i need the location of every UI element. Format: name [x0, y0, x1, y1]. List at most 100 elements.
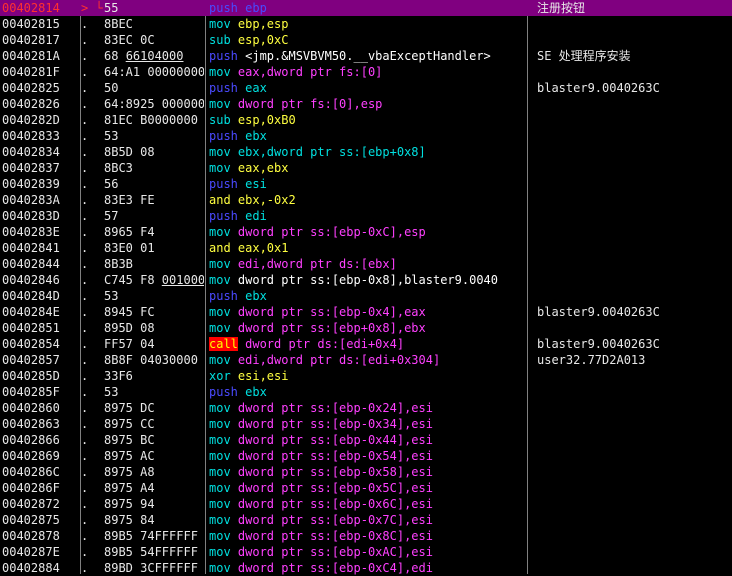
- hex-bytes-cell: 53: [104, 288, 204, 304]
- disasm-row[interactable]: 00402814 > └ 55 push ebp 注册按钮: [0, 0, 732, 16]
- disasm-row[interactable]: 0040281F. 64:A1 00000000 mov eax,dword ptr…: [0, 64, 732, 80]
- disasm-row[interactable]: 00402826. 64:8925 00000000 mov dword ptr f…: [0, 96, 732, 112]
- hex-bytes-underlined: 00100000: [161, 273, 204, 287]
- disasm-row[interactable]: 00402825. 50 push eax blaster9.0040263C: [0, 80, 732, 96]
- disasm-row[interactable]: 0040285F. 53 push ebx: [0, 384, 732, 400]
- disasm-row[interactable]: 0040286C. 8975 A8 mov dword ptr ss:[ebp-0x…: [0, 464, 732, 480]
- disasm-row[interactable]: 0040286F. 8975 A4 mov dword ptr ss:[ebp-0x…: [0, 480, 732, 496]
- jump-marker: .: [81, 465, 89, 479]
- address-cell: 00402854: [2, 337, 60, 351]
- hex-bytes-underlined: 66104000: [125, 49, 184, 63]
- hex-bytes-cell: 55: [104, 0, 204, 16]
- disasm-row[interactable]: 0040287E. 89B5 54FFFFFF mov dword ptr ss:[…: [0, 544, 732, 560]
- hex-bytes-cell: 64:A1 00000000: [104, 64, 204, 80]
- operands: ebx: [237, 385, 267, 399]
- address-cell: 00402815: [2, 17, 60, 31]
- instruction-cell: push ebx: [209, 288, 525, 304]
- hex-bytes: 8975 A4: [104, 481, 155, 495]
- hex-bytes-cell: 8965 F4: [104, 224, 204, 240]
- disasm-row[interactable]: 00402872. 8975 94 mov dword ptr ss:[ebp-0x…: [0, 496, 732, 512]
- operands: dword ptr ss:[ebp-0x34],esi: [230, 417, 433, 431]
- instruction-cell: push ebp: [209, 0, 525, 16]
- comment-cell: blaster9.0040263C: [537, 305, 660, 319]
- jump-marker: > └: [81, 1, 103, 15]
- address-cell: 00402844: [2, 257, 60, 271]
- hex-bytes: FF57 04: [104, 337, 155, 351]
- operands: edi,dword ptr ds:[ebx]: [230, 257, 397, 271]
- hex-bytes: 8B5D 08: [104, 145, 155, 159]
- instruction-cell: mov dword ptr ss:[ebp-0xC],esp: [209, 224, 525, 240]
- disasm-row[interactable]: 00402815. 8BEC mov ebp,esp: [0, 16, 732, 32]
- disassembly-view[interactable]: 00402814 > └ 55 push ebp 注册按钮 00402815. 8BEC mo…: [0, 0, 732, 575]
- hex-bytes: 89BD 3CFFFFFF: [104, 561, 198, 575]
- disasm-row[interactable]: 00402863. 8975 CC mov dword ptr ss:[ebp-0x…: [0, 416, 732, 432]
- disasm-row[interactable]: 00402875. 8975 84 mov dword ptr ss:[ebp-0x…: [0, 512, 732, 528]
- address-cell: 00402860: [2, 401, 60, 415]
- disasm-row[interactable]: 0040281A. 68 66104000 push <jmp.&MSVBVM50.…: [0, 48, 732, 64]
- disasm-row[interactable]: 00402837. 8BC3 mov eax,ebx: [0, 160, 732, 176]
- mnemonic: and: [209, 193, 231, 207]
- hex-bytes: 8975 BC: [104, 433, 155, 447]
- disasm-row[interactable]: 0040285D. 33F6 xor esi,esi: [0, 368, 732, 384]
- disasm-row[interactable]: 00402860. 8975 DC mov dword ptr ss:[ebp-0x…: [0, 400, 732, 416]
- hex-bytes-cell: 53: [104, 384, 204, 400]
- disasm-row[interactable]: 00402844. 8B3B mov edi,dword ptr ds:[ebx]: [0, 256, 732, 272]
- address-cell: 00402839: [2, 177, 60, 191]
- hex-bytes: 33F6: [104, 369, 133, 383]
- disasm-row[interactable]: 0040283E. 8965 F4 mov dword ptr ss:[ebp-0x…: [0, 224, 732, 240]
- hex-bytes: 53: [104, 129, 119, 143]
- disasm-row[interactable]: 00402846. C745 F8 00100000 mov dword ptr s…: [0, 272, 732, 288]
- disasm-row[interactable]: 0040283D. 57 push edi: [0, 208, 732, 224]
- address-cell: 00402875: [2, 513, 60, 527]
- disasm-row[interactable]: 00402854. FF57 04 call dword ptr ds:[edi+0…: [0, 336, 732, 352]
- hex-bytes-cell: 8BC3: [104, 160, 204, 176]
- address-cell: 00402866: [2, 433, 60, 447]
- mnemonic: mov: [209, 449, 231, 463]
- disasm-row[interactable]: 0040284D. 53 push ebx: [0, 288, 732, 304]
- disasm-row[interactable]: 00402851. 895D 08 mov dword ptr ss:[ebp+0x…: [0, 320, 732, 336]
- jump-marker: .: [81, 289, 89, 303]
- address-cell: 00402817: [2, 33, 60, 47]
- disasm-row[interactable]: 00402817. 83EC 0C sub esp,0xC: [0, 32, 732, 48]
- hex-bytes: 83EC 0C: [104, 33, 155, 47]
- mnemonic: sub: [209, 33, 231, 47]
- disasm-row[interactable]: 00402834. 8B5D 08 mov ebx,dword ptr ss:[eb…: [0, 144, 732, 160]
- mnemonic: mov: [209, 401, 231, 415]
- address-cell: 00402837: [2, 161, 60, 175]
- address-cell: 00402857: [2, 353, 60, 367]
- hex-bytes-cell: 8B3B: [104, 256, 204, 272]
- disasm-row[interactable]: 0040284E. 8945 FC mov dword ptr ss:[ebp-0x…: [0, 304, 732, 320]
- mnemonic: mov: [209, 353, 231, 367]
- disasm-row[interactable]: 00402833. 53 push ebx: [0, 128, 732, 144]
- mnemonic: push: [209, 289, 238, 303]
- comment-cell: blaster9.0040263C: [537, 81, 660, 95]
- hex-bytes-cell: 8BEC: [104, 16, 204, 32]
- jump-marker: .: [81, 65, 89, 79]
- disasm-row[interactable]: 0040282D. 81EC B0000000 sub esp,0xB0: [0, 112, 732, 128]
- hex-bytes-cell: 53: [104, 128, 204, 144]
- disasm-row[interactable]: 00402866. 8975 BC mov dword ptr ss:[ebp-0x…: [0, 432, 732, 448]
- hex-bytes: 8975 94: [104, 497, 155, 511]
- operands: esi: [237, 177, 267, 191]
- disasm-row[interactable]: 00402839. 56 push esi: [0, 176, 732, 192]
- operands: dword ptr ss:[ebp-0x6C],esi: [230, 497, 433, 511]
- disasm-row[interactable]: 00402869. 8975 AC mov dword ptr ss:[ebp-0x…: [0, 448, 732, 464]
- mnemonic: mov: [209, 481, 231, 495]
- mnemonic: mov: [209, 545, 231, 559]
- operands: ebx,-0x2: [230, 193, 296, 207]
- disasm-row[interactable]: 0040283A. 83E3 FE and ebx,-0x2: [0, 192, 732, 208]
- disasm-row[interactable]: 00402878. 89B5 74FFFFFF mov dword ptr ss:[…: [0, 528, 732, 544]
- jump-marker: .: [81, 145, 89, 159]
- hex-bytes-cell: 89B5 54FFFFFF: [104, 544, 204, 560]
- jump-marker: .: [81, 97, 89, 111]
- mnemonic: mov: [209, 497, 231, 511]
- disasm-row[interactable]: 00402841. 83E0 01 and eax,0x1: [0, 240, 732, 256]
- mnemonic: mov: [209, 225, 231, 239]
- hex-bytes: 8975 A8: [104, 465, 155, 479]
- hex-bytes-cell: 8945 FC: [104, 304, 204, 320]
- hex-bytes: 64:8925 00000000: [104, 97, 204, 111]
- disasm-row[interactable]: 00402857. 8B8F 04030000 mov edi,dword ptr …: [0, 352, 732, 368]
- jump-marker: .: [81, 209, 89, 223]
- address-cell: 00402814: [2, 1, 60, 15]
- mnemonic: push: [209, 129, 238, 143]
